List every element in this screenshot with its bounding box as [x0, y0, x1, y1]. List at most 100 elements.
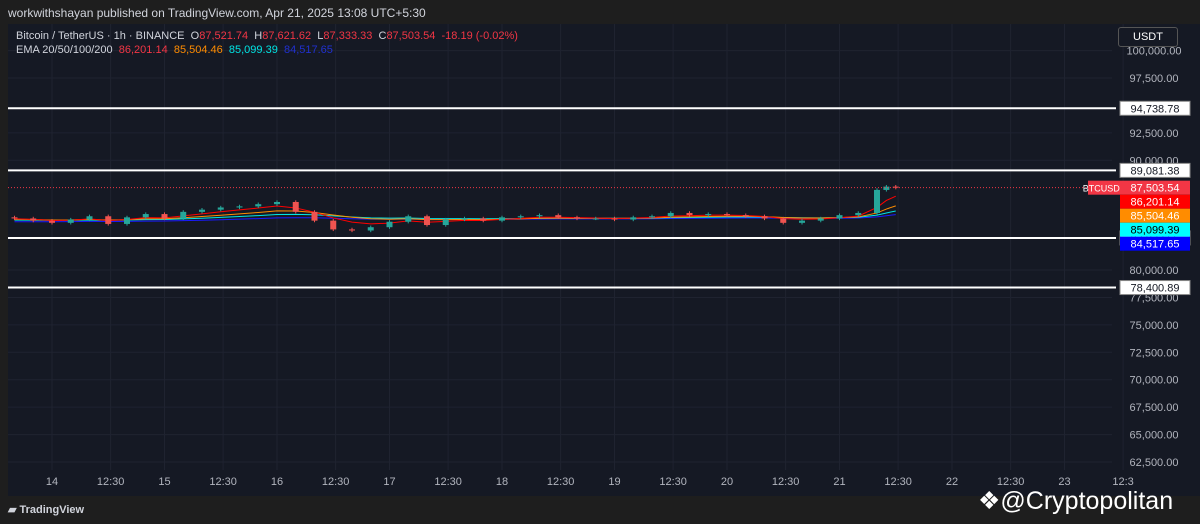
y-tick-label: 100,000.00 [1126, 46, 1181, 58]
y-tick-label: 72,500.00 [1130, 347, 1179, 359]
candle [799, 220, 805, 223]
candle [124, 217, 130, 224]
level-label: 78,400.89 [1131, 283, 1180, 295]
candle [86, 216, 93, 220]
tv-icon: ▰ [8, 504, 20, 516]
y-tick-label: 62,500.00 [1130, 457, 1179, 469]
x-tick-label: 20 [721, 476, 733, 488]
candle [836, 215, 843, 219]
candle [180, 211, 187, 219]
candle [105, 216, 112, 224]
low-value: 87,333.33 [323, 30, 373, 42]
candle [424, 216, 430, 226]
x-tick-label: 12:30 [772, 476, 800, 488]
candle [255, 204, 262, 207]
y-tick-label: 65,000.00 [1130, 430, 1179, 442]
candle [11, 217, 18, 219]
candle [442, 219, 449, 226]
diamond-icon: ❖ [978, 487, 1001, 515]
x-tick-label: 22 [946, 476, 958, 488]
candle [855, 212, 862, 216]
x-tick-label: 17 [383, 476, 395, 488]
symbol-title: Bitcoin / TetherUS · 1h · BINANCE [16, 30, 185, 42]
candle [780, 218, 787, 223]
candle [574, 217, 580, 219]
y-tick-label: 80,000.00 [1130, 265, 1179, 277]
logo-text: TradingView [19, 504, 85, 516]
candle [236, 206, 243, 208]
ema-label: EMA 20/50/100/200 [16, 44, 113, 56]
candle [555, 215, 562, 218]
candle [761, 216, 768, 219]
candle [217, 207, 224, 210]
currency-button[interactable]: USDT [1118, 27, 1178, 47]
y-tick-label: 70,000.00 [1130, 375, 1179, 387]
chart-pane[interactable]: 100,000.00 97,500.00 92,500.00 90,000.00 80,… [8, 24, 1200, 496]
ema200-value: 84,517.65 [283, 44, 333, 56]
candle [536, 215, 543, 217]
x-tick-label: 12:30 [547, 476, 575, 488]
candle [667, 212, 674, 217]
ema-tag-label: 84,517.65 [1131, 239, 1180, 251]
price-chart[interactable]: 100,000.0097,500.0092,500.0090,000.0080,… [8, 24, 1200, 496]
y-tick-label: 67,500.00 [1130, 402, 1179, 414]
candle [517, 216, 524, 218]
close-value: 87,503.54 [386, 30, 436, 42]
y-tick-label: 97,500.00 [1130, 73, 1179, 85]
candle [630, 217, 637, 220]
tradingview-logo[interactable]: ▰ TradingView [8, 503, 84, 516]
candle [330, 220, 337, 230]
x-tick-label: 14 [46, 476, 58, 488]
ema-tag-label: 86,201.14 [1131, 197, 1180, 209]
candle [874, 189, 880, 213]
chart-legend: Bitcoin / TetherUS · 1h · BINANCE O87,52… [16, 29, 518, 57]
candle [883, 186, 890, 190]
x-tick-label: 16 [271, 476, 283, 488]
candle [367, 227, 374, 231]
watermark: ❖@Cryptopolitan [978, 486, 1173, 516]
level-label: 89,081.38 [1131, 165, 1180, 177]
high-value: 87,621.62 [262, 30, 312, 42]
candle [817, 218, 824, 221]
y-tick-label: 92,500.00 [1130, 128, 1179, 140]
candle [686, 212, 693, 216]
candle [49, 220, 55, 223]
last-price-label: 87,503.54 [1131, 183, 1180, 195]
x-tick-label: 15 [158, 476, 170, 488]
candle [461, 218, 468, 220]
candle [649, 216, 655, 218]
level-label: 94,738.78 [1131, 103, 1180, 115]
candle [30, 218, 37, 221]
ema100-value: 85,099.39 [228, 44, 278, 56]
candle [274, 201, 280, 205]
y-tick-label: 75,000.00 [1130, 320, 1179, 332]
x-tick-label: 12:30 [884, 476, 912, 488]
watermark-text: @Cryptopolitan [1000, 487, 1174, 515]
x-tick-label: 12:30 [322, 476, 350, 488]
candle [611, 218, 618, 220]
x-tick-label: 12:30 [97, 476, 125, 488]
candle [480, 218, 487, 221]
candle [499, 217, 505, 221]
x-tick-label: 19 [608, 476, 620, 488]
x-tick-label: 12:30 [434, 476, 462, 488]
candle [67, 219, 74, 223]
open-label: O [190, 30, 200, 42]
x-tick-label: 18 [496, 476, 508, 488]
candle [161, 214, 168, 219]
candle [592, 218, 599, 220]
candle [199, 209, 205, 212]
change-value: -18.19 (-0.02%) [441, 30, 518, 42]
candle [292, 201, 299, 212]
candle [405, 216, 412, 222]
symbol-label: BTCUSDT [1083, 184, 1126, 194]
published-by: workwithshayan published on TradingView.… [8, 6, 426, 20]
ema20-value: 86,201.14 [118, 44, 168, 56]
open-value: 87,521.74 [199, 30, 249, 42]
candle [724, 214, 730, 216]
price-axis [1112, 24, 1200, 496]
ema50-value: 85,504.46 [173, 44, 223, 56]
x-tick-label: 21 [833, 476, 845, 488]
candle [386, 221, 393, 228]
candle [705, 214, 712, 216]
